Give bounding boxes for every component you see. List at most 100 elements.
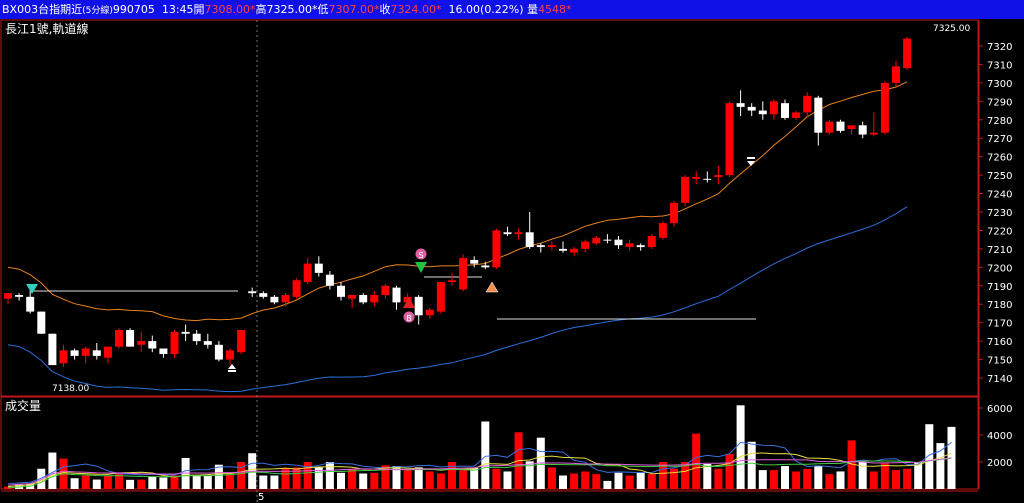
candle-body bbox=[237, 330, 246, 353]
volume-bar bbox=[636, 472, 645, 489]
volume-bar bbox=[159, 477, 168, 489]
candle-body bbox=[636, 245, 645, 248]
candle-body bbox=[536, 245, 545, 248]
price-tick-label: 7280 bbox=[987, 116, 1012, 127]
volume-bar bbox=[570, 473, 579, 489]
volume-bar bbox=[814, 466, 823, 489]
candle-body bbox=[203, 341, 212, 345]
candle bbox=[436, 282, 445, 314]
volume-bar bbox=[781, 466, 789, 489]
candle bbox=[492, 228, 501, 270]
volume-bar bbox=[725, 453, 734, 489]
candle-body bbox=[858, 125, 867, 135]
candle-body bbox=[492, 230, 501, 268]
volume-bar bbox=[270, 475, 279, 489]
candle-body bbox=[570, 248, 579, 253]
max-price-label: 7325.00 bbox=[933, 24, 970, 34]
volume-bar bbox=[758, 470, 767, 489]
candle-body bbox=[337, 285, 345, 297]
candle bbox=[37, 311, 46, 334]
candle-body bbox=[903, 38, 912, 69]
candle-body bbox=[714, 175, 723, 177]
candle-body bbox=[614, 239, 623, 246]
chart-canvas: 5 長江1號,軌道線 成交量 7140 7150 7160 7170 7180 7190 7… bbox=[0, 19, 1024, 503]
s-signal-letter-icon: S bbox=[418, 251, 423, 260]
candle-body bbox=[115, 330, 123, 347]
volume-bar bbox=[869, 471, 878, 489]
volume-bar bbox=[414, 467, 423, 489]
candle-body bbox=[658, 223, 667, 238]
price-tick-label: 7200 bbox=[987, 263, 1012, 274]
volume-bar bbox=[137, 479, 146, 489]
candle-body bbox=[59, 350, 68, 364]
candle-body bbox=[703, 178, 712, 180]
volume-bar bbox=[836, 471, 845, 489]
candle-body bbox=[836, 121, 845, 131]
candle-body bbox=[436, 282, 445, 312]
volume-bar bbox=[259, 475, 268, 489]
price-tick-label: 7190 bbox=[987, 282, 1012, 293]
interval-label: (5分線) bbox=[82, 6, 113, 16]
candle bbox=[237, 330, 246, 355]
candle-body bbox=[15, 295, 24, 297]
candle-body bbox=[392, 287, 401, 303]
chart-background bbox=[0, 19, 1024, 503]
candle-body bbox=[647, 235, 656, 248]
volume-bar bbox=[226, 474, 234, 489]
volume-bar bbox=[403, 470, 412, 489]
candle-body bbox=[547, 245, 556, 248]
volume-value: 4548* bbox=[538, 3, 572, 16]
price-tick-label: 7170 bbox=[987, 319, 1012, 330]
candle-body bbox=[148, 341, 157, 349]
candle-body bbox=[303, 263, 312, 283]
price-tick-label: 7260 bbox=[987, 153, 1012, 164]
candle-body bbox=[603, 239, 612, 241]
candle-body bbox=[503, 232, 512, 235]
b-signal-letter-icon: B bbox=[406, 314, 412, 323]
candle-body bbox=[892, 66, 900, 83]
volume-bar bbox=[337, 472, 345, 489]
candle-body bbox=[170, 331, 179, 355]
candle-body bbox=[314, 263, 323, 273]
price-panel-title: 長江1號,軌道線 bbox=[5, 21, 88, 36]
low-label: 低 bbox=[317, 3, 329, 16]
volume-bar bbox=[880, 463, 889, 489]
volume-bar bbox=[81, 475, 90, 489]
candle-body bbox=[448, 280, 456, 283]
price-tick-label: 7210 bbox=[987, 245, 1012, 256]
candle-body bbox=[692, 176, 701, 179]
volume-bar bbox=[692, 433, 701, 489]
candle bbox=[48, 333, 57, 366]
candle bbox=[292, 278, 301, 299]
candle-body bbox=[414, 296, 423, 316]
volume-bar bbox=[481, 421, 490, 489]
candle-body bbox=[192, 333, 201, 342]
volume-bar bbox=[747, 441, 756, 489]
price-tick-label: 7220 bbox=[987, 226, 1012, 237]
candle-body bbox=[825, 121, 834, 133]
title-bar: BX003台指期近(5分線)990705 13:45開7308.00*高7325… bbox=[0, 0, 1024, 19]
candle bbox=[647, 234, 656, 249]
volume-bar bbox=[436, 473, 445, 489]
volume-bar bbox=[703, 464, 712, 489]
volume-bar bbox=[370, 472, 379, 489]
candle-body bbox=[248, 291, 257, 294]
price-tick-label: 7150 bbox=[987, 356, 1012, 367]
volume-bar bbox=[492, 468, 501, 489]
candle-body bbox=[48, 333, 57, 366]
candle-body bbox=[381, 285, 390, 295]
volume-panel-title: 成交量 bbox=[5, 398, 41, 413]
symbol: BX003 bbox=[2, 3, 39, 16]
volume-bar bbox=[625, 475, 634, 489]
candle bbox=[725, 101, 734, 177]
volume-bar bbox=[470, 468, 479, 489]
candle-body bbox=[747, 106, 756, 111]
candle-body bbox=[270, 296, 279, 303]
candle-body bbox=[325, 274, 334, 286]
up-arrow-base-icon bbox=[228, 370, 236, 372]
candle bbox=[670, 200, 678, 227]
candle-body bbox=[92, 350, 101, 356]
candle-body bbox=[525, 232, 534, 248]
candle bbox=[126, 328, 135, 347]
contract-name: 台指期近 bbox=[38, 3, 83, 16]
